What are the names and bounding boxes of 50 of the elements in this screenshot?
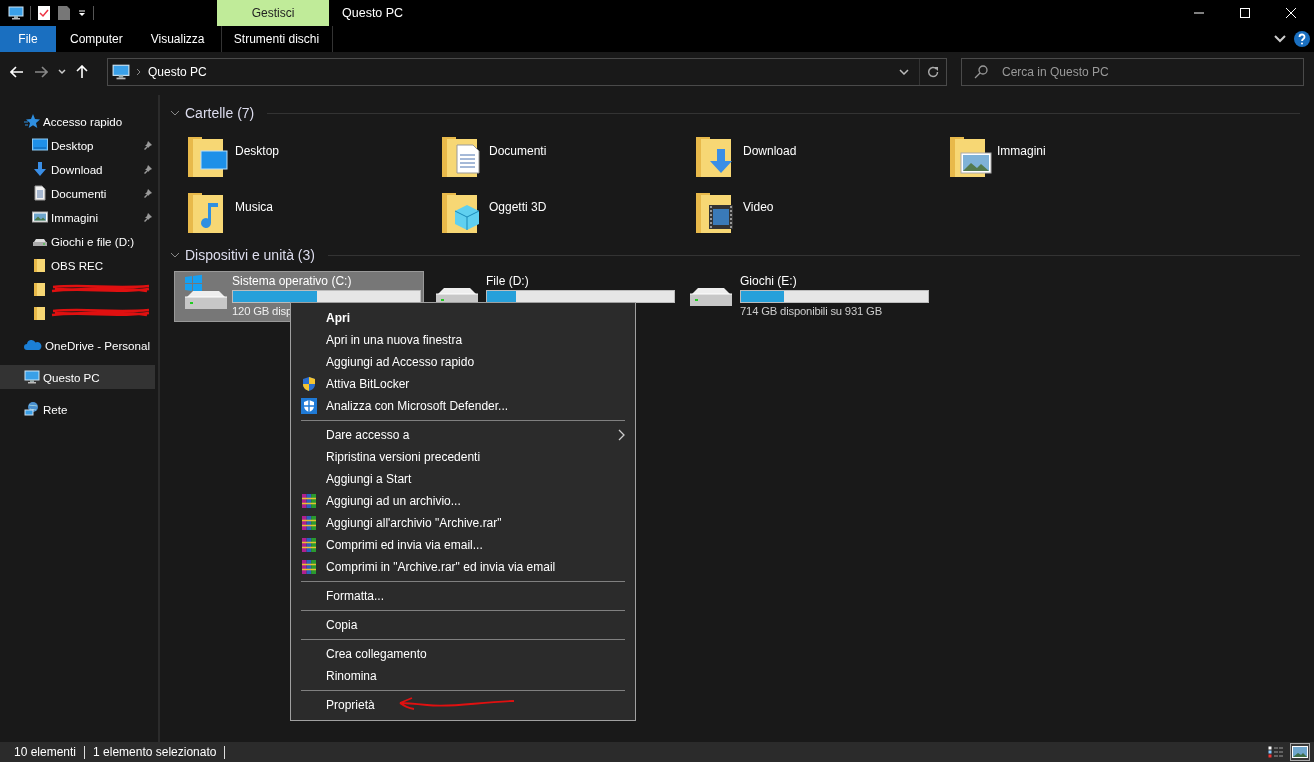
menu-item[interactable]: Apri in una nuova finestra	[291, 329, 635, 351]
menu-item[interactable]: Aggiungi ad un archivio...	[291, 490, 635, 512]
menu-item[interactable]: Aggiungi a Start	[291, 468, 635, 490]
folder-tile[interactable]: Download	[693, 127, 947, 183]
sidebar-item[interactable]: OneDrive - Personal	[0, 333, 155, 357]
sidebar-item[interactable]: Desktop	[0, 133, 155, 157]
ribbon-tab[interactable]: Computer	[56, 26, 137, 52]
sidebar-item[interactable]: OBS REC	[0, 253, 155, 277]
sidebar-item[interactable]: Accesso rapido	[0, 109, 155, 133]
drive-name: Sistema operativo (C:)	[232, 274, 353, 288]
menu-item[interactable]: Attiva BitLocker	[291, 373, 635, 395]
search-field[interactable]: Cerca in Questo PC	[961, 58, 1304, 86]
item-count: 10 elementi	[14, 745, 86, 759]
menu-item[interactable]: Comprimi in "Archive.rar" ed invia via email	[291, 556, 635, 578]
sidebar-item[interactable]: Immagini	[0, 205, 155, 229]
menu-item[interactable]: Ripristina versioni precedenti	[291, 446, 635, 468]
folder-tile[interactable]: Desktop	[185, 127, 439, 183]
ribbon-tab[interactable]: Visualizza	[136, 26, 219, 52]
window-title: Questo PC	[341, 6, 405, 20]
menu-item[interactable]: Rinomina	[291, 665, 635, 687]
group-header[interactable]: Dispositivi e unità (3)	[170, 243, 1300, 267]
ribbon-tab[interactable]: File	[0, 26, 56, 52]
sidebar-item[interactable]: Giochi e file (D:)	[0, 229, 155, 253]
menu-item[interactable]: Dare accesso a	[291, 424, 635, 446]
folder-tile[interactable]: Musica	[185, 183, 439, 239]
free-space-text: 714 GB disponibili su 931 GB	[740, 305, 883, 319]
menu-item[interactable]: Copia	[291, 614, 635, 636]
drive-tile[interactable]: Giochi (E:) 714 GB disponibili su 931 GB	[682, 271, 932, 322]
menu-item[interactable]: Aggiungi ad Accesso rapido	[291, 351, 635, 373]
sidebar-item[interactable]: Questo PC	[0, 365, 155, 389]
drive-name: File (D:)	[486, 274, 530, 288]
sidebar-item[interactable]: Documenti	[0, 181, 155, 205]
folder-tile[interactable]: Oggetti 3D	[439, 183, 693, 239]
menu-item[interactable]: Formatta...	[291, 585, 635, 607]
group-header[interactable]: Cartelle (7)	[170, 101, 1300, 125]
sidebar-item[interactable]: Rete	[0, 397, 155, 421]
menu-item[interactable]: Analizza con Microsoft Defender...	[291, 395, 635, 417]
folder-tile[interactable]: Immagini	[947, 127, 1201, 183]
menu-item[interactable]: Aggiungi all'archivio "Archive.rar"	[291, 512, 635, 534]
address-bar[interactable]: Questo PC	[107, 58, 947, 86]
folder-tile[interactable]: Video	[693, 183, 947, 239]
context-tab-header: Gestisci	[217, 0, 329, 26]
menu-item[interactable]: Comprimi ed invia via email...	[291, 534, 635, 556]
folder-tile[interactable]: Documenti	[439, 127, 693, 183]
sidebar-item[interactable]: Download	[0, 157, 155, 181]
breadcrumb[interactable]: Questo PC	[148, 65, 207, 79]
menu-item[interactable]: Crea collegamento	[291, 643, 635, 665]
selection-count: 1 elemento selezionato	[93, 745, 226, 759]
menu-item[interactable]: Proprietà	[291, 694, 635, 716]
drive-name: Giochi (E:)	[740, 274, 798, 288]
